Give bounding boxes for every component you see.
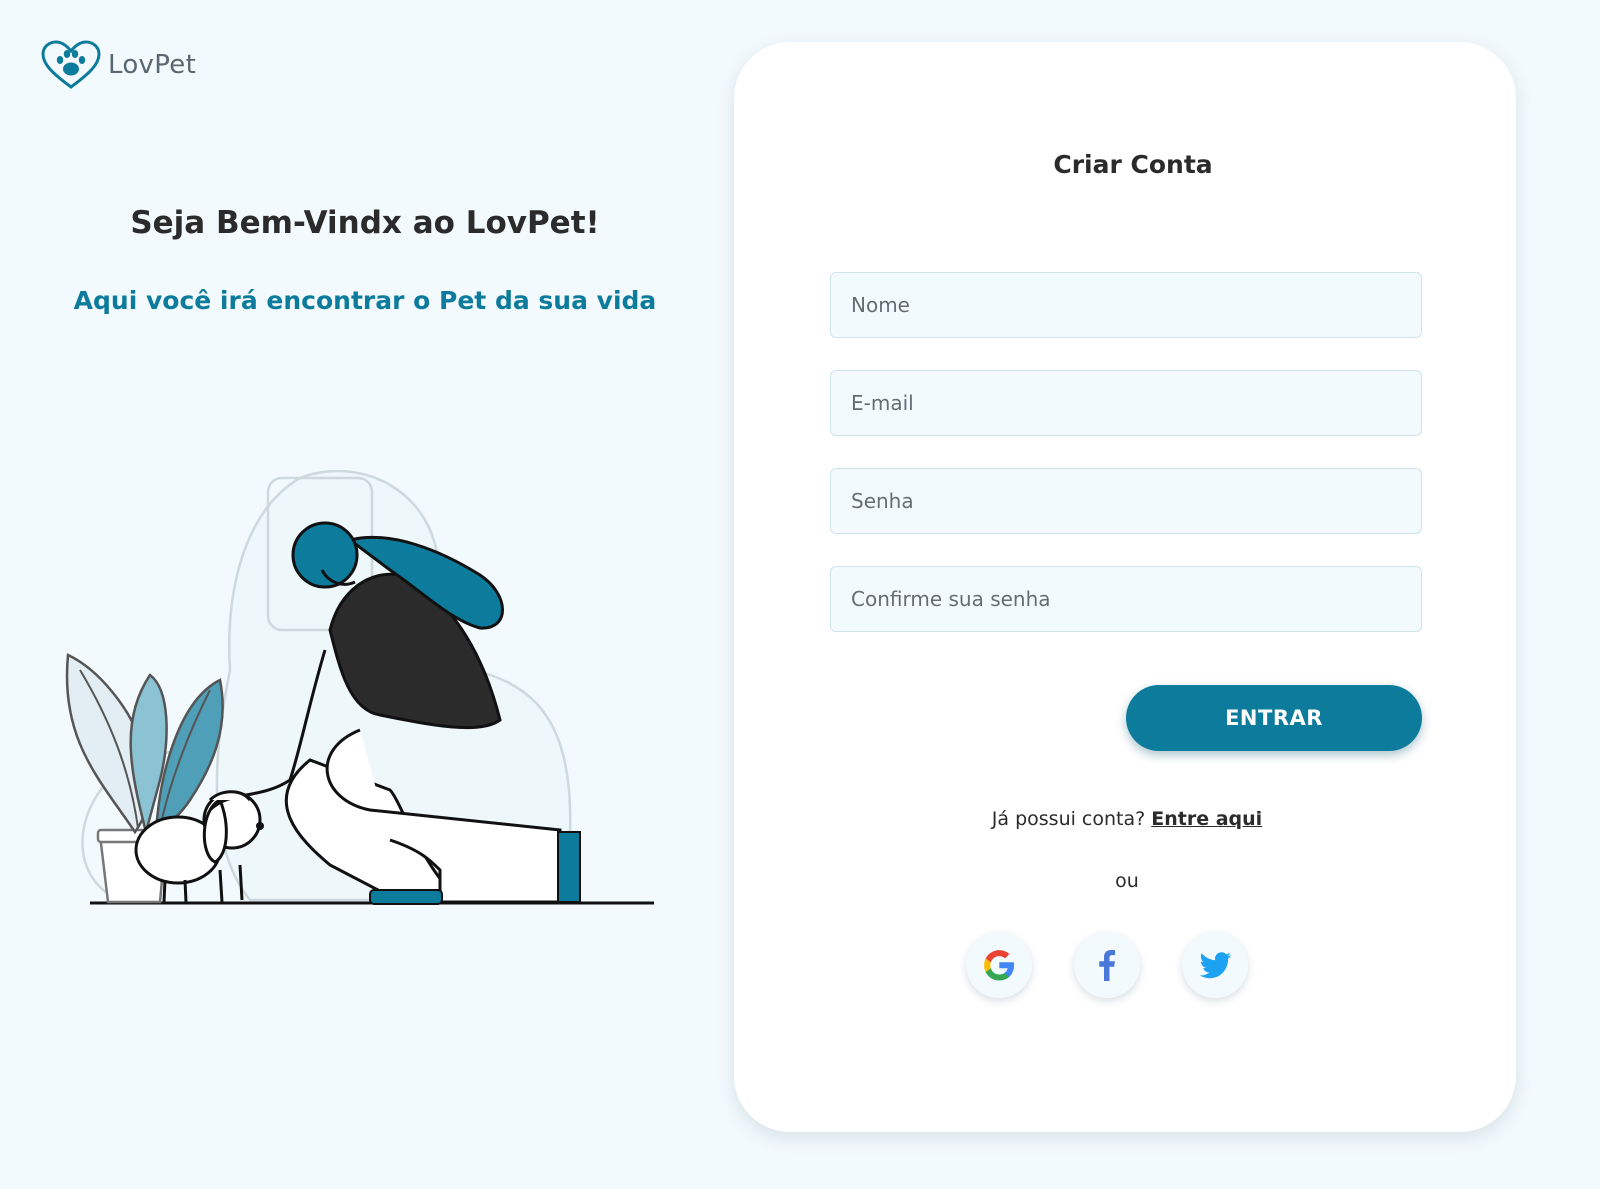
twitter-icon [1199, 952, 1231, 979]
google-icon [984, 950, 1014, 981]
login-link[interactable]: Entre aqui [1151, 808, 1262, 830]
brand-logo[interactable]: LovPet [40, 40, 196, 90]
signup-card: Criar Conta ENTRAR Já possui conta? Entr… [734, 42, 1516, 1132]
card-title: Criar Conta [1053, 150, 1213, 179]
confirm-password-field[interactable] [830, 566, 1422, 632]
password-field[interactable] [830, 468, 1422, 534]
facebook-icon [1099, 950, 1116, 981]
welcome-title: Seja Bem-Vindx ao LovPet! [130, 205, 600, 241]
or-divider: ou [1115, 870, 1139, 892]
login-prompt-line: Já possui conta? Entre aqui [734, 808, 1516, 830]
submit-button[interactable]: ENTRAR [1126, 685, 1422, 751]
welcome-subtitle: Aqui você irá encontrar o Pet da sua vid… [73, 286, 657, 315]
facebook-login-button[interactable] [1074, 932, 1140, 998]
name-field[interactable] [830, 272, 1422, 338]
brand-name: LovPet [108, 50, 197, 80]
email-field[interactable] [830, 370, 1422, 436]
woman-petting-dog-illustration [65, 470, 654, 905]
login-prompt-text: Já possui conta? [991, 808, 1146, 830]
google-login-button[interactable] [966, 932, 1032, 998]
twitter-login-button[interactable] [1182, 932, 1248, 998]
heart-paw-icon [41, 40, 101, 89]
